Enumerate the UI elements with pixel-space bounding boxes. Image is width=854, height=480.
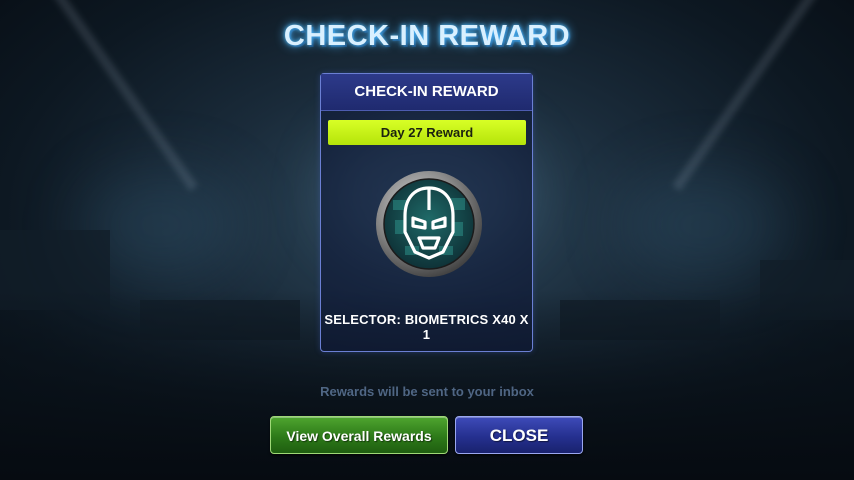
- day-reward-banner: Day 27 Reward: [328, 120, 526, 145]
- reward-card: CHECK-IN REWARD Day 27 Reward SELECTOR: …: [320, 73, 533, 352]
- card-header: CHECK-IN REWARD: [321, 74, 532, 111]
- view-overall-rewards-button[interactable]: View Overall Rewards: [270, 416, 448, 454]
- inbox-note: Rewards will be sent to your inbox: [320, 384, 534, 399]
- close-button[interactable]: CLOSE: [455, 416, 583, 454]
- reward-name: SELECTOR: BIOMETRICS X40 X 1: [324, 312, 529, 342]
- page-title: CHECK-IN REWARD: [283, 20, 571, 52]
- iron-helmet-icon: [376, 171, 482, 277]
